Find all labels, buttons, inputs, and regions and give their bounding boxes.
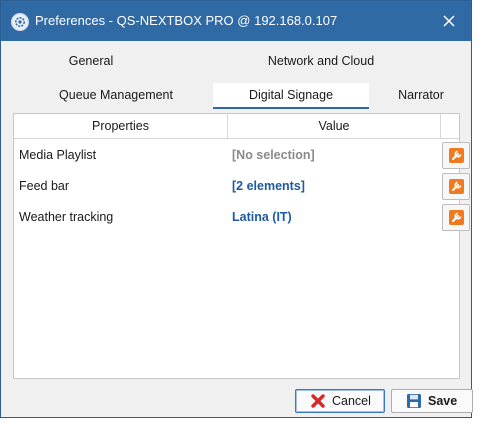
preferences-window: Preferences - QS-NEXTBOX PRO @ 192.168.0… [0,0,473,418]
edit-weather-tracking-button[interactable] [442,204,470,231]
tab-queue-management[interactable]: Queue Management [43,83,189,107]
property-name: Weather tracking [19,210,114,224]
wrench-icon [449,148,464,163]
tab-narrator[interactable]: Narrator [381,83,461,107]
wrench-icon [449,210,464,225]
properties-grid: Properties Value Media Playlist [No sele… [13,113,470,379]
tab-signage-label: Digital Signage [248,88,334,102]
tab-general[interactable]: General [41,49,141,73]
x-icon [310,393,326,416]
title-bar[interactable]: Preferences - QS-NEXTBOX PRO @ 192.168.0… [1,1,471,41]
tab-network-label: Network and Cloud [267,54,375,68]
edit-media-playlist-button[interactable] [442,142,470,169]
close-icon [443,15,455,27]
tab-queue-label: Queue Management [59,88,173,102]
floppy-disk-icon [406,393,422,416]
grid-header: Properties Value [14,114,459,139]
cancel-button[interactable]: Cancel [295,389,385,413]
tab-narrator-label: Narrator [398,88,444,102]
property-value: [2 elements] [232,179,305,193]
column-header-value[interactable]: Value [228,114,440,138]
gear-icon [11,13,29,31]
tab-strip: General Network and Cloud Queue Manageme… [1,41,471,111]
property-value: [No selection] [232,148,315,162]
property-value: Latina (IT) [232,210,292,224]
property-name: Feed bar [19,179,70,193]
wrench-icon [449,179,464,194]
column-divider [440,114,441,138]
tab-digital-signage[interactable]: Digital Signage [213,83,369,109]
cancel-label: Cancel [332,394,371,408]
grid-row-feed-bar[interactable]: Feed bar [2 elements] [14,171,470,202]
grid-row-media-playlist[interactable]: Media Playlist [No selection] [14,140,470,171]
property-name: Media Playlist [19,148,97,162]
window-title: Preferences - QS-NEXTBOX PRO @ 192.168.0… [35,13,338,28]
tab-network-and-cloud[interactable]: Network and Cloud [251,49,391,73]
save-button[interactable]: Save [391,389,473,413]
tab-general-label: General [68,54,114,68]
close-button[interactable] [435,7,463,35]
save-label: Save [428,394,458,408]
edit-feed-bar-button[interactable] [442,173,470,200]
column-header-properties[interactable]: Properties [14,114,227,138]
grid-row-weather-tracking[interactable]: Weather tracking Latina (IT) [14,202,470,233]
